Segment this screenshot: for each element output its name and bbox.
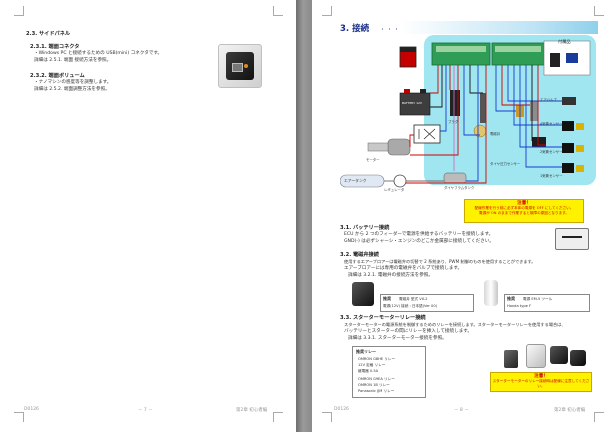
box-text: 電磁弁 型式 VX-2 xyxy=(399,297,428,301)
subsection-title: 2.3.1. 端面コネクタ xyxy=(30,44,80,50)
label-air-valve: エアバルブ xyxy=(540,98,557,102)
side-panel-photo xyxy=(218,44,262,88)
page-number: － 8 － xyxy=(454,408,469,413)
footer-chapter: 第2章 初心者編 xyxy=(236,408,268,413)
label-plug: プラグ xyxy=(448,120,459,124)
label-sensor-1: 1気筒センサー xyxy=(540,174,563,178)
body-text: ・ナノマシンの感度等を調整します。 xyxy=(34,80,112,85)
footer-code: D0126 xyxy=(334,407,349,412)
page-number: － 7 － xyxy=(138,408,153,413)
recommend-box-2: 推奨 電源 EM-5 ツール Honda type F xyxy=(504,294,590,312)
crop-mark xyxy=(594,412,604,422)
recommend-relay-box: 推奨リレー OMRON G8HE リレー 12V 定格 リレー 継電器 0.5A… xyxy=(352,346,426,398)
relay-photo-2 xyxy=(526,344,546,368)
label-battery: BATTERY 12V xyxy=(402,101,422,105)
body-text: 使用するエアーブロアーは電磁弁の切替で 2 系統あり、PWM 制御のものを使用す… xyxy=(344,259,536,264)
label-accessory: 付属品 xyxy=(558,39,571,44)
battery-icon xyxy=(555,228,589,250)
footer-chapter: 第2章 初心者編 xyxy=(554,408,586,413)
valve-photo xyxy=(484,280,498,306)
label-tire-sensor: タイヤ圧力センサー xyxy=(490,162,521,166)
chapter-title: 3. 接続 xyxy=(340,24,370,34)
label-motor: モーター xyxy=(366,158,380,162)
right-page: 3. 接続 ・・・ 付属品 BATTERY 12V エアータンク レギュレータ … xyxy=(312,0,616,432)
body-text: ECU から 2 つのフィーダーで電源を供給するバッテリーを接続します。 xyxy=(344,232,494,237)
left-page: 2.3. サイドパネル 2.3.1. 端面コネクタ ・Windows PC と接… xyxy=(0,0,296,432)
reference-text: 詳細は 3.3.1. スターターモーター接続を参照。 xyxy=(348,336,447,341)
crop-mark xyxy=(322,6,332,16)
usb-connector-icon xyxy=(232,63,243,72)
label-sensor-4: 4気筒センサー xyxy=(540,122,563,126)
crop-mark xyxy=(322,412,332,422)
relay-photo-3 xyxy=(550,346,568,364)
box-title: 推奨 xyxy=(507,296,515,301)
warning-text: 電源が ON のままで作業すると故障の原因となります。 xyxy=(479,211,569,215)
box-text: 継電器 0.5A xyxy=(358,369,379,373)
body-text: 詳細は 2.5.1. 端面 接続方法を参照。 xyxy=(34,58,112,63)
label-regulator: レギュレータ xyxy=(384,188,405,192)
solenoid-valve-photo xyxy=(352,282,374,306)
crop-mark xyxy=(273,6,283,16)
box-text: Panasonic JJM リレー xyxy=(358,389,395,393)
page-gutter xyxy=(296,0,312,432)
crop-mark xyxy=(14,412,24,422)
body-text: スターターモーターの電源系統を制御するためのリレーを接続します。スターターモータ… xyxy=(344,322,566,327)
box-title: 推奨リレー xyxy=(356,349,376,354)
label-air-tank: エアータンク xyxy=(344,178,367,183)
body-text: ・Windows PC と接続するための USB(mini) コネクタです。 xyxy=(34,51,163,56)
label-sensor-2: 2気筒センサー xyxy=(540,150,563,154)
warning-text: スターターモーターのリレー接続時は配線に注意してください。 xyxy=(492,379,590,388)
wiring-diagram: 付属品 BATTERY 12V エアータンク レギュレータ ダイヤフラムタンク … xyxy=(340,35,596,195)
footer-code: D0126 xyxy=(24,407,39,412)
relay-photo-1 xyxy=(504,350,518,368)
box-text: 電源 EM-5 ツール xyxy=(523,297,553,301)
banner-dots: ・・・ xyxy=(380,27,402,33)
crop-mark xyxy=(594,6,604,16)
wiring-diagram-svg xyxy=(340,40,591,188)
body-text: バッテリーとスターターの間にリレーを挿入して接続します。 xyxy=(344,329,473,334)
crop-mark xyxy=(14,6,24,16)
box-text: Honda type F xyxy=(507,304,532,308)
body-text: エアーブロアーには専用の電磁弁をバルブで接続します。 xyxy=(344,266,463,271)
volume-knob-icon xyxy=(244,64,248,68)
section-title: 3.1. バッテリー接続 xyxy=(340,225,390,231)
subsection-title: 2.3.2. 端面ボリューム xyxy=(30,73,85,79)
chapter-banner: 3. 接続 ・・・ xyxy=(336,21,598,34)
section-title: 3.2. 電磁弁接続 xyxy=(340,252,379,258)
label-solenoid: 電磁弁 xyxy=(490,132,501,136)
body-text: GND(-) は必ずシャーシ・エンジンのどこか金属部に接続してください。 xyxy=(344,239,494,244)
warning-box-bottom: 注意！ スターターモーターのリレー接続時は配線に注意してください。 xyxy=(490,372,592,392)
box-title: 推奨 xyxy=(383,296,391,301)
recommend-box-1: 推奨 電磁弁 型式 VX-2 電源(12V) 接続 : 日本語(Ver 00) xyxy=(380,294,474,312)
crop-mark xyxy=(273,412,283,422)
label-diaphragm-tank: ダイヤフラムタンク xyxy=(444,186,475,190)
box-text: 電源(12V) 接続 : 日本語(Ver 00) xyxy=(383,304,438,308)
warning-box-top: 注意！ 配線作業を行う前に必ず本体の電源を OFF にしてください。 電源が O… xyxy=(464,199,584,223)
section-title: 3.3. スターターモーターリレー接続 xyxy=(340,315,426,321)
panel-body xyxy=(226,52,254,80)
section-title: 2.3. サイドパネル xyxy=(26,31,71,37)
reference-text: 詳細は 3.2.1. 電磁弁の接続方法を参照。 xyxy=(348,273,433,278)
relay-photo-4 xyxy=(570,350,586,366)
body-text: 詳細は 2.5.2. 端面調整方法を参照。 xyxy=(34,87,110,92)
